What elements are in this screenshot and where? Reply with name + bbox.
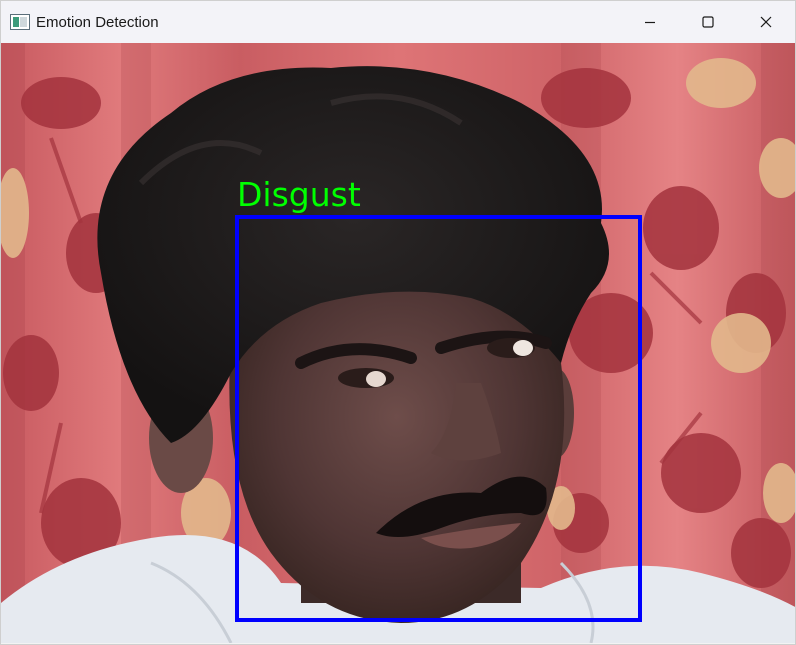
- app-icon: [10, 14, 30, 30]
- emotion-detection-window: Emotion Detection Disgust: [0, 0, 796, 645]
- maximize-button[interactable]: [679, 1, 737, 43]
- title-bar[interactable]: Emotion Detection: [1, 1, 795, 43]
- window-controls: [621, 1, 795, 43]
- emotion-label: Disgust: [237, 175, 361, 214]
- window-title: Emotion Detection: [36, 13, 159, 31]
- close-button[interactable]: [737, 1, 795, 43]
- maximize-icon: [702, 16, 714, 28]
- camera-feed: Disgust: [1, 43, 795, 643]
- close-icon: [760, 16, 772, 28]
- minimize-icon: [645, 21, 655, 24]
- minimize-button[interactable]: [621, 1, 679, 43]
